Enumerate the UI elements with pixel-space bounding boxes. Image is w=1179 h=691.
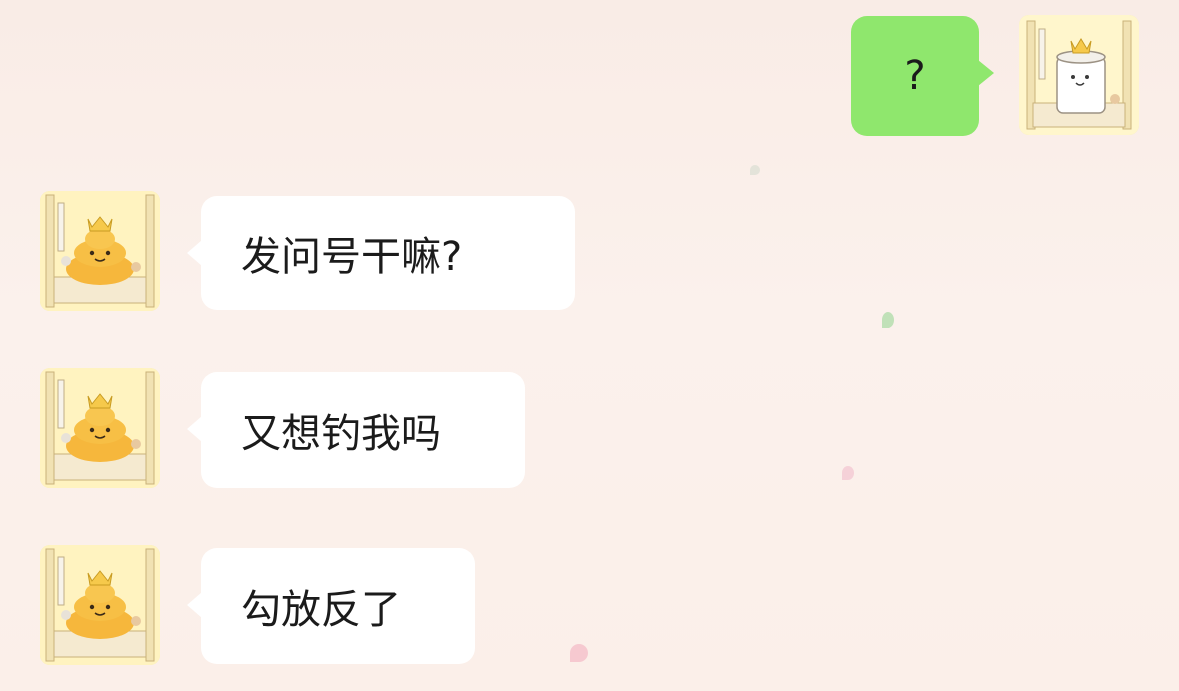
message-bubble-received[interactable]: 发问号干嘛? bbox=[187, 196, 575, 310]
message-bubble-received[interactable]: 勾放反了 bbox=[187, 548, 475, 664]
message-bubble-received[interactable]: 又想钓我吗 bbox=[187, 372, 525, 488]
poop-king-avatar-icon[interactable] bbox=[40, 191, 160, 311]
message-bubble-sent[interactable]: ? bbox=[851, 16, 994, 136]
poop-king-avatar-icon[interactable] bbox=[40, 368, 160, 488]
petal-decoration bbox=[882, 312, 894, 328]
petal-decoration bbox=[842, 466, 854, 480]
poop-king-avatar-icon[interactable] bbox=[40, 545, 160, 665]
message-text: 勾放反了 bbox=[241, 587, 401, 633]
toilet-paper-king-avatar-icon[interactable] bbox=[1019, 15, 1139, 135]
message-text: 发问号干嘛? bbox=[241, 234, 463, 280]
message-text: 又想钓我吗 bbox=[241, 411, 441, 457]
chat-area[interactable]: ? 发问号干嘛? 又想钓我吗 勾放反了 bbox=[0, 0, 1179, 691]
petal-decoration bbox=[570, 644, 588, 662]
message-text: ? bbox=[904, 53, 926, 99]
petal-decoration bbox=[750, 165, 760, 175]
